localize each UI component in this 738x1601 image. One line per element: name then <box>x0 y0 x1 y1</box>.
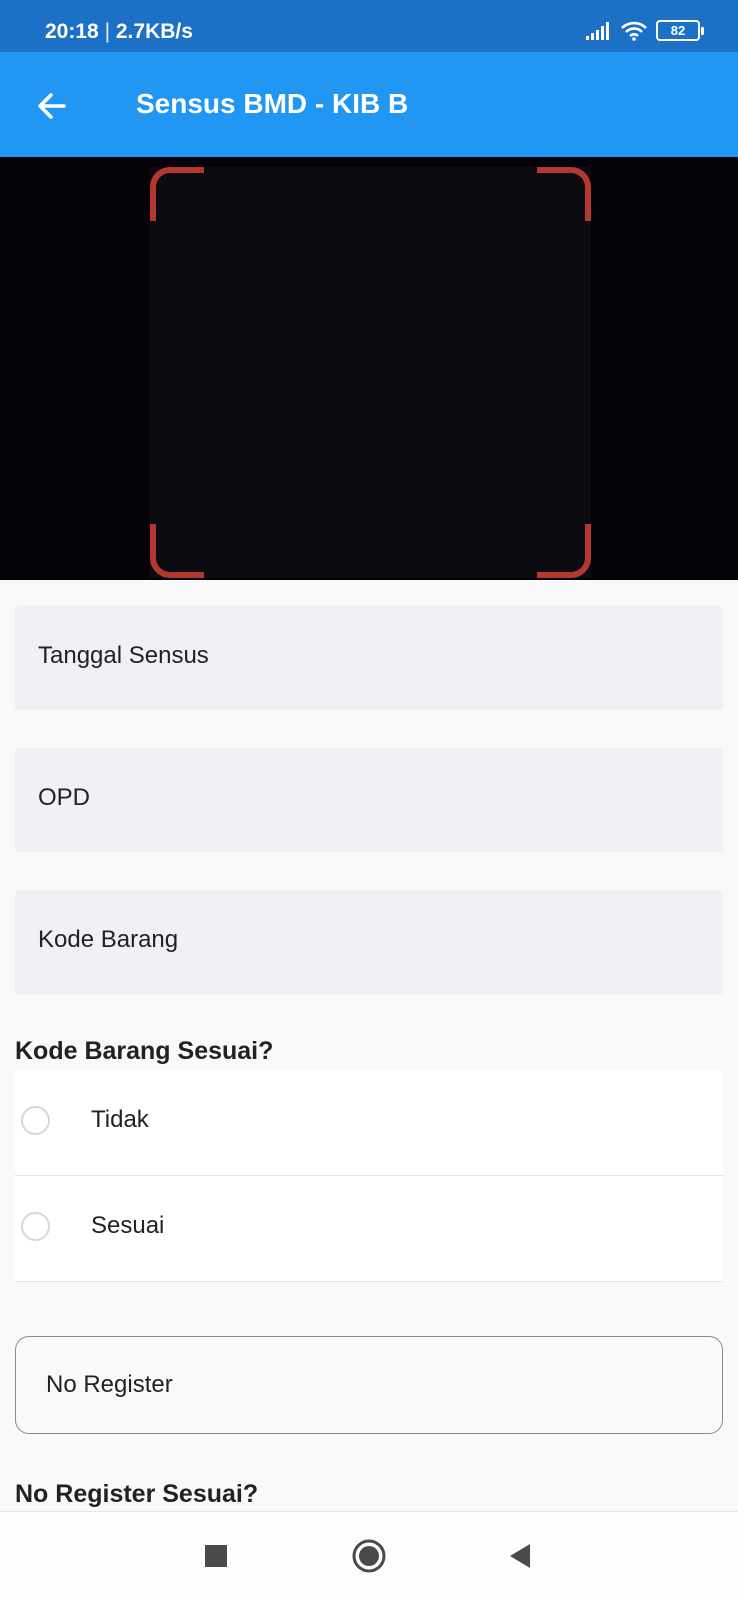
radio-button[interactable] <box>21 1212 50 1241</box>
recents-button[interactable] <box>194 1534 238 1578</box>
radio-label: Sesuai <box>91 1212 165 1239</box>
signal-icon <box>586 21 609 40</box>
radio-option-sesuai[interactable]: Sesuai <box>15 1176 723 1282</box>
kode-barang-sesuai-question: Kode Barang Sesuai? <box>15 1037 274 1065</box>
home-circle-icon <box>352 1539 386 1573</box>
app-bar: Sensus BMD - KIB B <box>0 52 738 157</box>
no-register-field[interactable]: No Register <box>15 1336 723 1434</box>
status-time: 20:18 <box>45 20 99 43</box>
network-speed: 2.7KB/s <box>115 20 193 43</box>
arrow-left-icon <box>38 93 66 119</box>
home-button[interactable] <box>347 1534 391 1578</box>
no-register-sesuai-question: No Register Sesuai? <box>15 1480 259 1508</box>
radio-option-tidak[interactable]: Tidak <box>15 1070 723 1176</box>
wifi-icon <box>621 21 647 41</box>
battery-icon: 82 <box>656 20 704 41</box>
battery-level: 82 <box>670 23 686 38</box>
scan-corner-top-left <box>150 167 204 221</box>
recents-square-icon <box>205 1545 227 1567</box>
radio-button[interactable] <box>21 1106 50 1135</box>
scan-frame <box>150 167 591 578</box>
status-icons: 82 <box>586 20 704 41</box>
radio-label: Tidak <box>91 1106 149 1133</box>
opd-field[interactable]: OPD <box>15 748 723 852</box>
tanggal-sensus-field[interactable]: Tanggal Sensus <box>15 606 723 710</box>
camera-preview[interactable] <box>0 157 738 580</box>
scan-corner-bottom-left <box>150 524 204 578</box>
status-left: 20:18 | 2.7KB/s <box>45 20 193 44</box>
back-button[interactable] <box>30 84 74 128</box>
status-separator: | <box>104 20 111 43</box>
back-nav-button[interactable] <box>498 1534 542 1578</box>
back-triangle-icon <box>510 1544 530 1568</box>
status-bar: 20:18 | 2.7KB/s 82 <box>0 0 738 52</box>
scan-corner-top-right <box>537 167 591 221</box>
kode-barang-field[interactable]: Kode Barang <box>15 890 723 994</box>
page-title: Sensus BMD - KIB B <box>136 88 409 119</box>
kode-barang-radio-group: Tidak Sesuai <box>15 1070 723 1282</box>
scan-corner-bottom-right <box>537 524 591 578</box>
system-nav-bar <box>0 1511 738 1601</box>
